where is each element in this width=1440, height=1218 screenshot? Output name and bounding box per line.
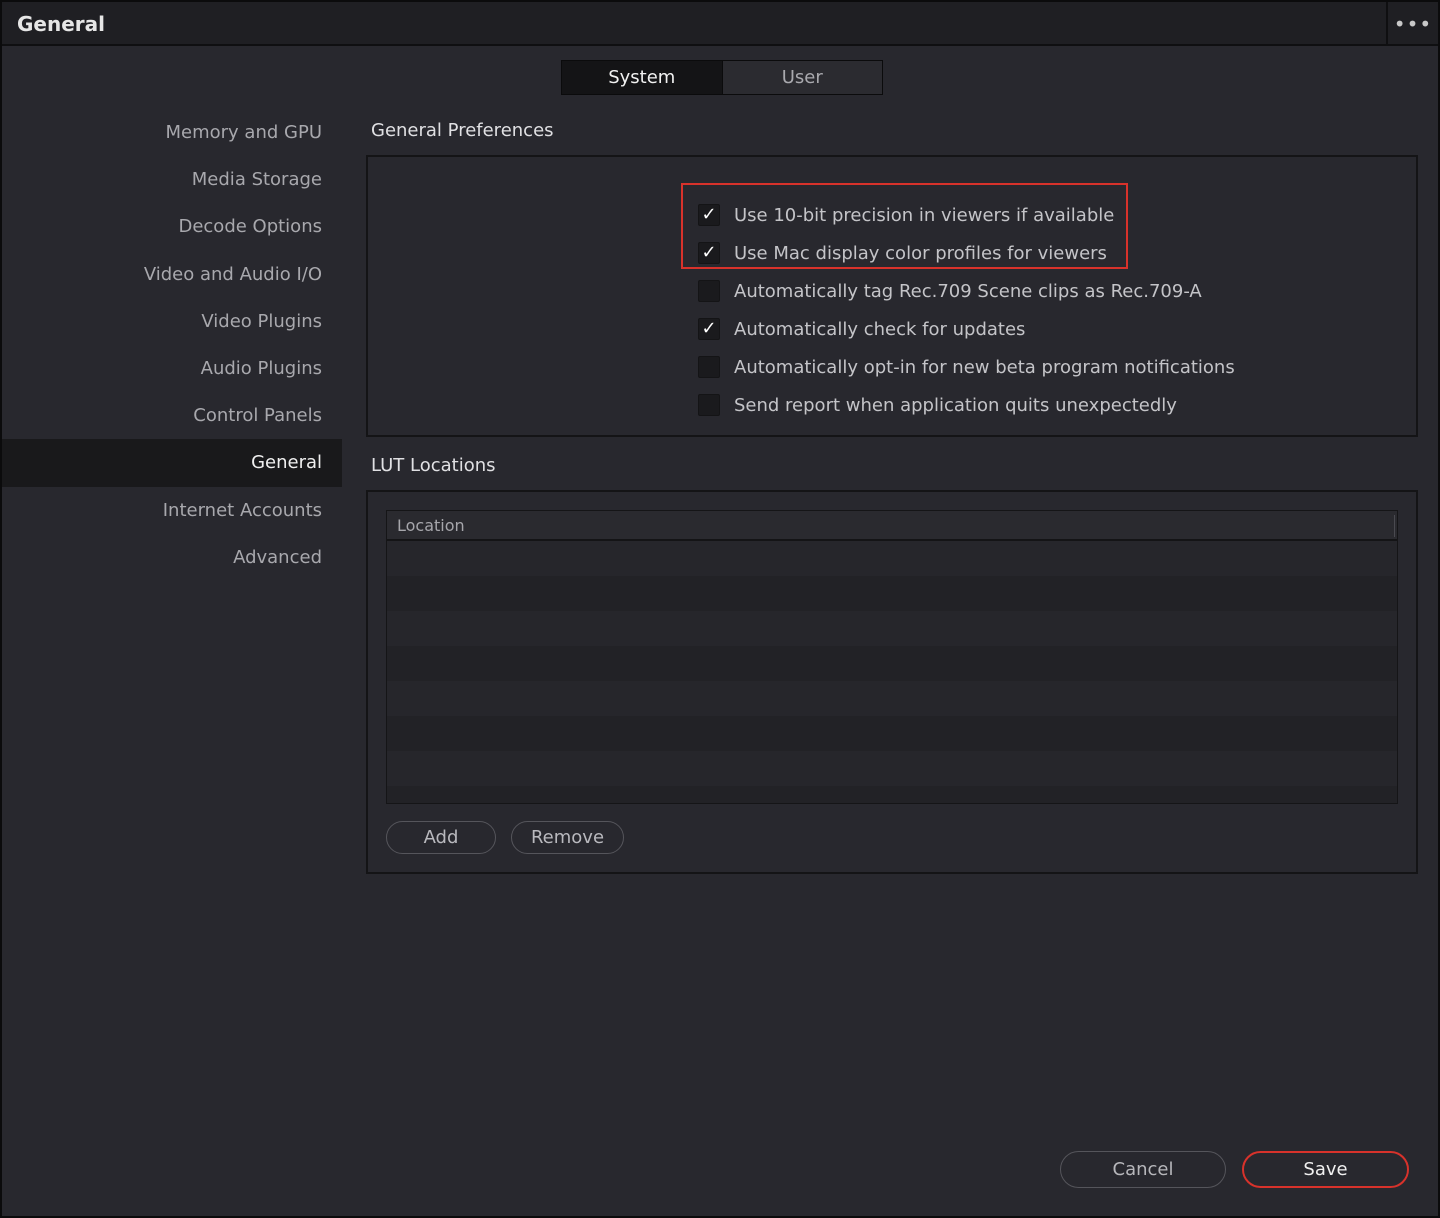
checkbox-mac-display-profiles[interactable]: ✓	[698, 242, 720, 264]
remove-button[interactable]: Remove	[511, 821, 624, 854]
lut-locations-panel: Location Add Remove	[366, 490, 1418, 874]
option-label: Automatically opt-in for new beta progra…	[734, 356, 1235, 378]
option-beta-notifications[interactable]: Automatically opt-in for new beta progra…	[698, 352, 1235, 382]
system-user-tabs: System User	[561, 60, 883, 95]
table-row[interactable]	[387, 751, 1397, 786]
general-preferences-panel: ✓ Use 10-bit precision in viewers if ava…	[366, 155, 1418, 437]
table-row[interactable]	[387, 646, 1397, 681]
table-row[interactable]	[387, 681, 1397, 716]
option-10bit-precision[interactable]: ✓ Use 10-bit precision in viewers if ava…	[698, 200, 1114, 230]
tab-user[interactable]: User	[721, 61, 882, 94]
option-check-updates[interactable]: ✓ Automatically check for updates	[698, 314, 1025, 344]
more-options-button[interactable]: •••	[1386, 2, 1438, 46]
sidebar-item-memory-and-gpu[interactable]: Memory and GPU	[2, 109, 342, 156]
sidebar-item-video-and-audio-io[interactable]: Video and Audio I/O	[2, 251, 342, 298]
table-row[interactable]	[387, 716, 1397, 751]
title-bar: General •••	[2, 2, 1438, 46]
sidebar: Memory and GPU Media Storage Decode Opti…	[2, 109, 342, 581]
checkbox-send-report[interactable]	[698, 394, 720, 416]
save-button[interactable]: Save	[1242, 1151, 1409, 1188]
option-label: Use Mac display color profiles for viewe…	[734, 242, 1107, 264]
lut-locations-title: LUT Locations	[371, 455, 496, 476]
sidebar-item-advanced[interactable]: Advanced	[2, 534, 342, 581]
check-icon: ✓	[701, 318, 717, 339]
sidebar-item-internet-accounts[interactable]: Internet Accounts	[2, 487, 342, 534]
check-icon: ✓	[701, 204, 717, 225]
window-title: General	[17, 12, 105, 36]
option-send-report[interactable]: Send report when application quits unexp…	[698, 390, 1177, 420]
option-label: Automatically check for updates	[734, 318, 1026, 340]
sidebar-item-audio-plugins[interactable]: Audio Plugins	[2, 345, 342, 392]
option-label: Automatically tag Rec.709 Scene clips as…	[734, 280, 1202, 302]
more-horizontal-icon: •••	[1393, 12, 1433, 36]
checkbox-tag-rec709[interactable]	[698, 280, 720, 302]
table-row[interactable]	[387, 786, 1397, 803]
lut-locations-table[interactable]: Location	[386, 510, 1398, 804]
sidebar-item-decode-options[interactable]: Decode Options	[2, 203, 342, 250]
table-row[interactable]	[387, 611, 1397, 646]
checkbox-beta-notifications[interactable]	[698, 356, 720, 378]
option-mac-display-profiles[interactable]: ✓ Use Mac display color profiles for vie…	[698, 238, 1107, 268]
checkbox-10bit-precision[interactable]: ✓	[698, 204, 720, 226]
table-row[interactable]	[387, 541, 1397, 576]
check-icon: ✓	[701, 242, 717, 263]
table-row[interactable]	[387, 576, 1397, 611]
sidebar-item-general[interactable]: General	[2, 439, 342, 487]
option-label: Send report when application quits unexp…	[734, 394, 1177, 416]
sidebar-item-control-panels[interactable]: Control Panels	[2, 392, 342, 439]
tab-system[interactable]: System	[562, 61, 722, 94]
sidebar-item-video-plugins[interactable]: Video Plugins	[2, 298, 342, 345]
cancel-button[interactable]: Cancel	[1060, 1151, 1226, 1188]
option-tag-rec709[interactable]: Automatically tag Rec.709 Scene clips as…	[698, 276, 1202, 306]
column-header-location[interactable]: Location	[387, 511, 1397, 541]
option-label: Use 10-bit precision in viewers if avail…	[734, 204, 1115, 226]
general-preferences-title: General Preferences	[371, 120, 554, 141]
preferences-window: General ••• System User Memory and GPU M…	[0, 0, 1440, 1218]
checkbox-check-updates[interactable]: ✓	[698, 318, 720, 340]
add-button[interactable]: Add	[386, 821, 496, 854]
sidebar-item-media-storage[interactable]: Media Storage	[2, 156, 342, 203]
